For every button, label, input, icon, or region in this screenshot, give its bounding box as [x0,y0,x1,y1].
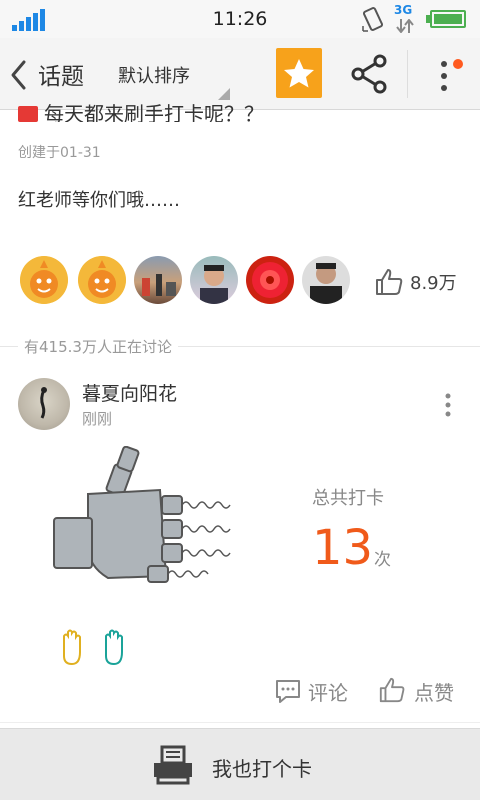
avatar[interactable] [246,256,294,304]
avatar[interactable] [78,256,126,304]
share-icon[interactable] [348,52,392,96]
discussion-count: 有415.3万人正在讨论 [18,336,178,357]
avatar[interactable] [20,256,68,304]
total-checkin-count: 13 [312,520,374,576]
like-count: 8.9万 [410,273,457,294]
comment-button[interactable]: 评论 [274,675,364,705]
hot-badge-icon [18,106,38,122]
like-button[interactable]: 点赞 [378,675,468,705]
comment-label: 评论 [308,681,348,705]
total-checkin-unit: 次 [374,550,391,570]
post-more-icon[interactable] [440,392,456,418]
checkin-label: 我也打个卡 [212,757,312,781]
notification-dot [453,59,463,69]
topic-title-text: 每天都来刷手打卡呢？？ [44,104,264,122]
checkin-stamp-icon [154,745,192,785]
robot-hand-image [53,446,231,583]
more-menu-icon[interactable] [428,54,468,98]
topic-created-date: 创建于01-31 [18,145,101,161]
post-time: 刚刚 [82,410,113,428]
checkin-bar[interactable]: 我也打个卡 [0,728,480,800]
sort-dropdown[interactable]: 默认排序 [118,62,190,88]
top-bar: 话题 默认排序 [0,38,480,110]
avatar[interactable] [190,256,238,304]
comment-icon [276,680,300,703]
like-label: 点赞 [414,681,454,705]
thumb-up-icon [379,677,405,703]
hand-emblem-icon [63,629,123,666]
topic-description: 红老师等你们哦…… [18,190,180,211]
post-author-avatar[interactable] [18,378,70,430]
status-bar: 11:26 3G [0,0,480,38]
network-type: 3G [394,3,413,17]
avatar[interactable] [134,256,182,304]
total-checkin-label: 总共打卡 [312,488,384,509]
toolbar-divider [407,50,408,98]
star-icon [284,59,314,88]
post-author-name[interactable]: 暮夏向阳花 [82,379,177,406]
avatar[interactable] [302,256,350,304]
battery-icon [426,10,466,28]
divider [0,722,480,723]
page-title[interactable]: 话题 [38,57,84,91]
network-icon: 3G [392,3,418,35]
back-arrow-icon[interactable] [6,58,32,92]
dropdown-corner-icon [218,88,230,100]
thumb-up-icon [376,269,403,295]
screen-rotation-icon [362,7,384,32]
signal-icon [12,9,48,31]
topic-title: 每天都来刷手打卡呢？？ [18,104,378,122]
favorite-button[interactable] [276,48,322,98]
status-time: 11:26 [212,8,268,30]
topic-like-count[interactable]: 8.9万 [374,265,474,297]
